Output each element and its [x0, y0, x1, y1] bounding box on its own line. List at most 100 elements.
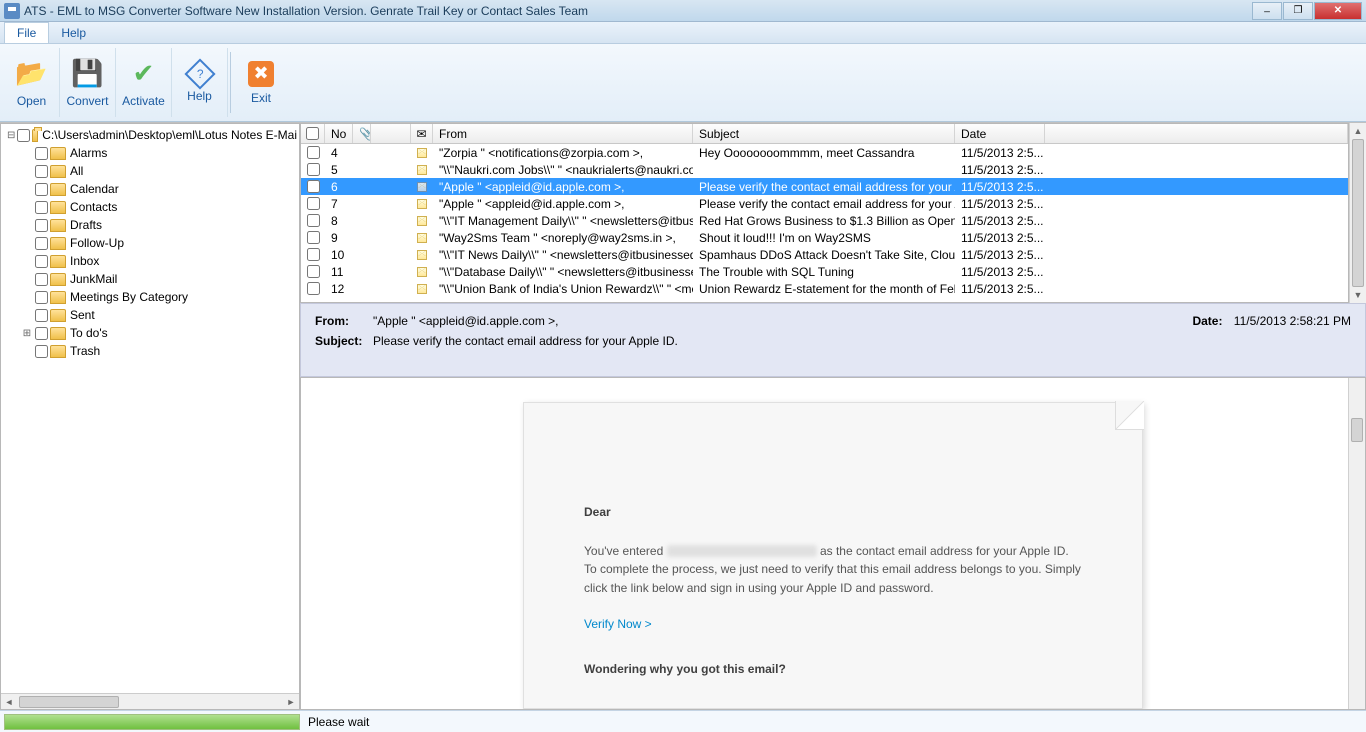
header-envelope-icon[interactable]: ✉ [411, 124, 433, 143]
tree-check[interactable] [35, 165, 48, 178]
scroll-down-icon[interactable]: ▼ [1350, 287, 1366, 303]
tree-item[interactable]: Trash [3, 342, 297, 360]
expand-icon[interactable] [21, 238, 33, 249]
maximize-button[interactable] [1283, 2, 1313, 20]
scroll-thumb[interactable] [1352, 139, 1364, 287]
window-title: ATS - EML to MSG Converter Software New … [24, 4, 1251, 18]
tree-check[interactable] [35, 345, 48, 358]
minimize-button[interactable] [1252, 2, 1282, 20]
row-check[interactable] [307, 197, 320, 210]
header-date[interactable]: Date [955, 124, 1045, 143]
scroll-left-icon[interactable]: ◄ [1, 695, 17, 709]
table-row[interactable]: 5 "\\"Naukri.com Jobs\\" " <naukrialerts… [301, 161, 1348, 178]
verify-link[interactable]: Verify Now > [584, 615, 1082, 634]
convert-label: Convert [66, 94, 108, 108]
open-button[interactable]: 📂 Open [4, 48, 60, 117]
tree-hscrollbar[interactable]: ◄ ► [1, 693, 299, 709]
row-check[interactable] [307, 231, 320, 244]
scroll-right-icon[interactable]: ► [283, 695, 299, 709]
row-check[interactable] [307, 163, 320, 176]
row-check[interactable] [307, 146, 320, 159]
table-row[interactable]: 7 "Apple " <appleid@id.apple.com >, Plea… [301, 195, 1348, 212]
tree-check[interactable] [35, 327, 48, 340]
email-greeting: Dear [584, 503, 1082, 522]
cell-no: 9 [325, 231, 353, 245]
grid-vscrollbar[interactable]: ▲ ▼ [1349, 123, 1366, 303]
redacted-email [667, 545, 817, 557]
table-row[interactable]: 4 "Zorpia " <notifications@zorpia.com >,… [301, 144, 1348, 161]
envelope-icon [411, 199, 433, 209]
tree-check[interactable] [35, 255, 48, 268]
tree-item[interactable]: Meetings By Category [3, 288, 297, 306]
tree-root[interactable]: ⊟ C:\Users\admin\Desktop\eml\Lotus Notes… [3, 126, 297, 144]
row-check[interactable] [307, 265, 320, 278]
tree-item[interactable]: ⊞ To do's [3, 324, 297, 342]
header-no[interactable]: No [325, 124, 353, 143]
header-attachment-icon[interactable]: 📎 [353, 124, 371, 143]
folder-icon [50, 165, 66, 178]
tree-item[interactable]: Drafts [3, 216, 297, 234]
scroll-thumb[interactable] [19, 696, 119, 708]
expand-icon[interactable] [21, 256, 33, 267]
tree-item[interactable]: Sent [3, 306, 297, 324]
expand-icon[interactable] [21, 274, 33, 285]
table-row[interactable]: 12 "\\"Union Bank of India's Union Rewar… [301, 280, 1348, 297]
activate-button[interactable]: ✔ Activate [116, 48, 172, 117]
progress-bar [4, 714, 300, 730]
tree-check[interactable] [35, 237, 48, 250]
folder-icon [50, 345, 66, 358]
menu-file[interactable]: File [4, 22, 49, 43]
help-button[interactable]: ? Help [172, 48, 228, 117]
expand-icon[interactable] [21, 220, 33, 231]
folder-icon [50, 327, 66, 340]
table-row[interactable]: 6 "Apple " <appleid@id.apple.com >, Plea… [301, 178, 1348, 195]
tree-item[interactable]: JunkMail [3, 270, 297, 288]
expand-icon[interactable] [21, 148, 33, 159]
exit-button[interactable]: ✖ Exit [233, 48, 289, 117]
expand-icon[interactable]: ⊞ [21, 328, 33, 339]
row-check[interactable] [307, 248, 320, 261]
tree-item[interactable]: Contacts [3, 198, 297, 216]
tree-check[interactable] [35, 291, 48, 304]
preview-vscrollbar[interactable] [1348, 378, 1365, 709]
table-row[interactable]: 11 "\\"Database Daily\\" " <newsletters@… [301, 263, 1348, 280]
expand-icon[interactable] [21, 346, 33, 357]
tree-check[interactable] [35, 201, 48, 214]
cell-from: "\\"Database Daily\\" " <newsletters@itb… [433, 265, 693, 279]
tree-item[interactable]: Alarms [3, 144, 297, 162]
tree-check[interactable] [35, 273, 48, 286]
scroll-up-icon[interactable]: ▲ [1350, 123, 1366, 139]
tree-root-check[interactable] [17, 129, 30, 142]
row-check[interactable] [307, 180, 320, 193]
header-from[interactable]: From [433, 124, 693, 143]
tree-label: Drafts [70, 218, 102, 232]
expand-icon[interactable] [21, 166, 33, 177]
close-button[interactable] [1314, 2, 1362, 20]
tree-item[interactable]: All [3, 162, 297, 180]
collapse-icon[interactable]: ⊟ [7, 130, 15, 141]
tree-check[interactable] [35, 309, 48, 322]
table-row[interactable]: 9 "Way2Sms Team " <noreply@way2sms.in >,… [301, 229, 1348, 246]
toolbar: 📂 Open 💾 Convert ✔ Activate ? Help ✖ Exi… [0, 44, 1366, 122]
header-checkbox[interactable] [301, 124, 325, 143]
expand-icon[interactable] [21, 292, 33, 303]
email-preview[interactable]: Dear You've entered as the contact email… [300, 377, 1366, 710]
tree-item[interactable]: Follow-Up [3, 234, 297, 252]
row-check[interactable] [307, 282, 320, 295]
expand-icon[interactable] [21, 310, 33, 321]
row-check[interactable] [307, 214, 320, 227]
cell-subject: Hey Oooooooommmm, meet Cassandra [693, 146, 955, 160]
header-subject[interactable]: Subject [693, 124, 955, 143]
expand-icon[interactable] [21, 184, 33, 195]
tree-item[interactable]: Calendar [3, 180, 297, 198]
table-row[interactable]: 10 "\\"IT News Daily\\" " <newsletters@i… [301, 246, 1348, 263]
tree-check[interactable] [35, 183, 48, 196]
scroll-thumb[interactable] [1351, 418, 1363, 442]
tree-check[interactable] [35, 147, 48, 160]
convert-button[interactable]: 💾 Convert [60, 48, 116, 117]
menu-help[interactable]: Help [49, 23, 98, 43]
tree-check[interactable] [35, 219, 48, 232]
tree-item[interactable]: Inbox [3, 252, 297, 270]
expand-icon[interactable] [21, 202, 33, 213]
table-row[interactable]: 8 "\\"IT Management Daily\\" " <newslett… [301, 212, 1348, 229]
